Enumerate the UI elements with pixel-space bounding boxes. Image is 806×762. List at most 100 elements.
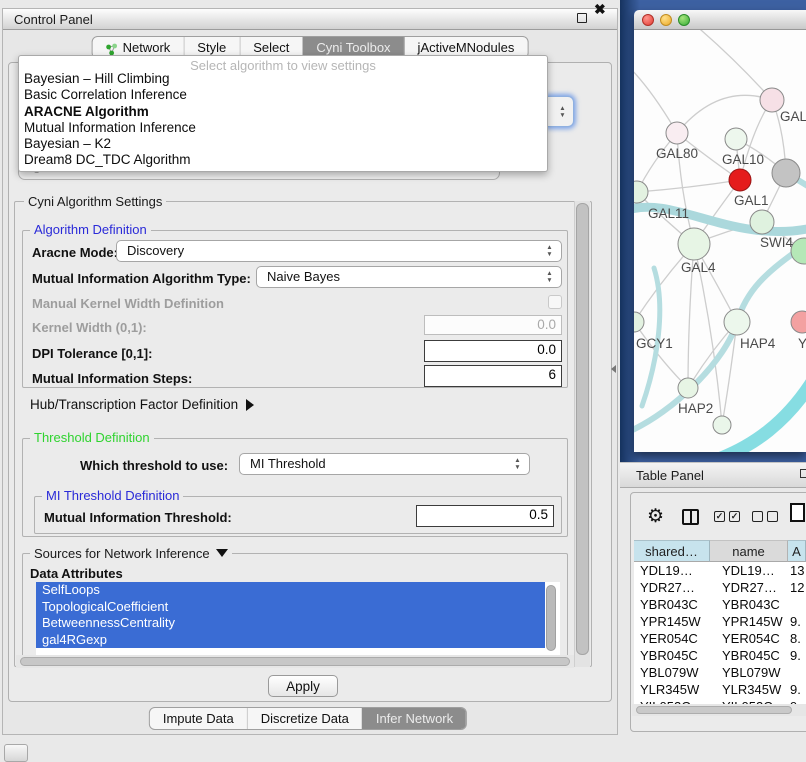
- network-node-hap4[interactable]: [724, 309, 750, 335]
- table-cell[interactable]: 9.: [788, 681, 806, 698]
- table-cell[interactable]: 12: [788, 579, 806, 596]
- network-node[interactable]: [772, 159, 800, 187]
- manual-kernel-checkbox[interactable]: [548, 295, 562, 309]
- network-node-y[interactable]: [791, 311, 806, 333]
- zoom-traffic-light[interactable]: [678, 14, 690, 26]
- tab-discretize-data[interactable]: Discretize Data: [247, 708, 362, 729]
- table-cell[interactable]: YDL19…: [634, 562, 710, 579]
- mi-type-combo[interactable]: Naive Bayes ▲▼: [256, 266, 562, 288]
- column-selector-icon[interactable]: [682, 509, 699, 525]
- attribute-list-item[interactable]: gal4RGexp: [36, 632, 545, 649]
- inference-algorithm-combo[interactable]: ▲▼: [548, 96, 574, 127]
- kernel-width-label: Kernel Width (0,1):: [32, 320, 147, 335]
- network-node-swi4[interactable]: [750, 210, 774, 234]
- attributes-list-scrollbar-thumb[interactable]: [546, 585, 556, 651]
- apply-button[interactable]: Apply: [268, 675, 338, 697]
- algorithm-option[interactable]: Basic Correlation Inference: [19, 87, 547, 103]
- settings-vertical-scrollbar-thumb[interactable]: [576, 203, 589, 655]
- network-node[interactable]: [791, 238, 806, 264]
- kernel-width-field[interactable]: 0.0: [424, 315, 562, 335]
- mi-type-value: Naive Bayes: [267, 269, 340, 284]
- table-cell[interactable]: YBR043C: [710, 596, 788, 613]
- table-cell[interactable]: [788, 664, 806, 681]
- mi-threshold-field[interactable]: 0.5: [416, 505, 554, 527]
- attribute-list-item[interactable]: BetweennessCentrality: [36, 615, 545, 632]
- float-window-icon[interactable]: [577, 13, 587, 23]
- table-column-header[interactable]: shared…: [634, 540, 710, 562]
- algorithm-option[interactable]: Mutual Information Inference: [19, 120, 547, 136]
- algorithm-option[interactable]: Dream8 DC_TDC Algorithm: [19, 152, 547, 168]
- algorithm-option[interactable]: Bayesian – K2: [19, 136, 547, 152]
- table-cell[interactable]: 9.: [788, 613, 806, 630]
- aracne-mode-combo[interactable]: Discovery ▲▼: [116, 240, 562, 262]
- new-table-icon[interactable]: [790, 503, 805, 522]
- table-cell[interactable]: 8.: [788, 630, 806, 647]
- tab-label: Infer Network: [376, 711, 453, 726]
- close-traffic-light[interactable]: [642, 14, 654, 26]
- network-edge[interactable]: [694, 30, 772, 100]
- threshold-definition-title: Threshold Definition: [30, 430, 154, 445]
- table-row: YBL079WYBL079W: [634, 664, 806, 681]
- table-cell[interactable]: YER054C: [710, 630, 788, 647]
- network-node-gal1[interactable]: [729, 169, 751, 191]
- sources-group-title[interactable]: Sources for Network Inference: [30, 546, 232, 561]
- network-node-gcy1[interactable]: [634, 312, 644, 332]
- table-cell[interactable]: YDR27…: [634, 579, 710, 596]
- attribute-list-item[interactable]: SelfLoops: [36, 582, 545, 599]
- table-cell[interactable]: YBL079W: [634, 664, 710, 681]
- table-cell[interactable]: 13: [788, 562, 806, 579]
- tab-label: Network: [123, 40, 171, 55]
- network-node-gal10[interactable]: [725, 128, 747, 150]
- tab-infer-network[interactable]: Infer Network: [362, 708, 466, 729]
- attribute-list-item[interactable]: TopologicalCoefficient: [36, 599, 545, 616]
- network-edge[interactable]: [634, 66, 677, 133]
- dpi-tolerance-field[interactable]: 0.0: [424, 340, 562, 362]
- network-node-label: HAP4: [740, 336, 776, 351]
- tab-label: Style: [197, 40, 226, 55]
- gear-icon[interactable]: ⚙: [647, 505, 664, 528]
- algorithm-option[interactable]: ARACNE Algorithm: [19, 104, 547, 120]
- network-edge[interactable]: [637, 180, 740, 192]
- deselect-all-checkbox-icon-2[interactable]: [767, 511, 778, 522]
- table-cell[interactable]: YPR145W: [634, 613, 710, 630]
- table-cell[interactable]: YBL079W: [710, 664, 788, 681]
- deselect-all-checkbox-icon[interactable]: [752, 511, 763, 522]
- table-column-header[interactable]: A: [788, 540, 806, 562]
- table-cell[interactable]: YBR045C: [634, 647, 710, 664]
- select-all-checkbox-icon[interactable]: ✓: [714, 511, 725, 522]
- minimized-panel-icon[interactable]: [4, 744, 28, 762]
- network-node-label: GAL: [780, 109, 806, 124]
- network-edge-thick[interactable]: [716, 382, 806, 452]
- table-cell[interactable]: YLR345W: [710, 681, 788, 698]
- close-panel-icon[interactable]: ✖: [594, 1, 606, 18]
- table-cell[interactable]: YER054C: [634, 630, 710, 647]
- select-all-checkbox-icon-2[interactable]: ✓: [729, 511, 740, 522]
- split-pane-handle-icon[interactable]: [611, 365, 616, 373]
- table-cell[interactable]: YDR27…: [710, 579, 788, 596]
- table-cell[interactable]: YBR043C: [634, 596, 710, 613]
- settings-horizontal-scrollbar-thumb[interactable]: [20, 657, 570, 666]
- hub-definition-toggle[interactable]: Hub/Transcription Factor Definition: [30, 397, 254, 412]
- network-node[interactable]: [713, 416, 731, 434]
- network-node-gal4[interactable]: [678, 228, 710, 260]
- table-column-header[interactable]: name: [710, 540, 788, 562]
- mi-type-label: Mutual Information Algorithm Type:: [32, 271, 251, 286]
- table-cell[interactable]: YBR045C: [710, 647, 788, 664]
- mi-steps-field[interactable]: 6: [424, 365, 562, 387]
- table-panel-float-icon[interactable]: [800, 469, 806, 478]
- table-horizontal-scrollbar-thumb[interactable]: [636, 706, 792, 714]
- network-node-gal80[interactable]: [666, 122, 688, 144]
- table-cell[interactable]: YLR345W: [634, 681, 710, 698]
- table-cell[interactable]: YPR145W: [710, 613, 788, 630]
- tab-impute-data[interactable]: Impute Data: [150, 708, 247, 729]
- minimize-traffic-light[interactable]: [660, 14, 672, 26]
- table-cell[interactable]: YDL19…: [710, 562, 788, 579]
- network-node-hap2[interactable]: [678, 378, 698, 398]
- which-threshold-combo[interactable]: MI Threshold ▲▼: [239, 453, 530, 475]
- table-cell[interactable]: 9.: [788, 647, 806, 664]
- network-view[interactable]: GALGAL80GAL10GAL1GAL11SWI4GAL4GCY1HAP4YH…: [634, 30, 806, 452]
- hub-definition-label: Hub/Transcription Factor Definition: [30, 397, 238, 412]
- network-node-gal11[interactable]: [634, 181, 648, 203]
- table-cell[interactable]: [788, 596, 806, 613]
- algorithm-option[interactable]: Bayesian – Hill Climbing: [19, 71, 547, 87]
